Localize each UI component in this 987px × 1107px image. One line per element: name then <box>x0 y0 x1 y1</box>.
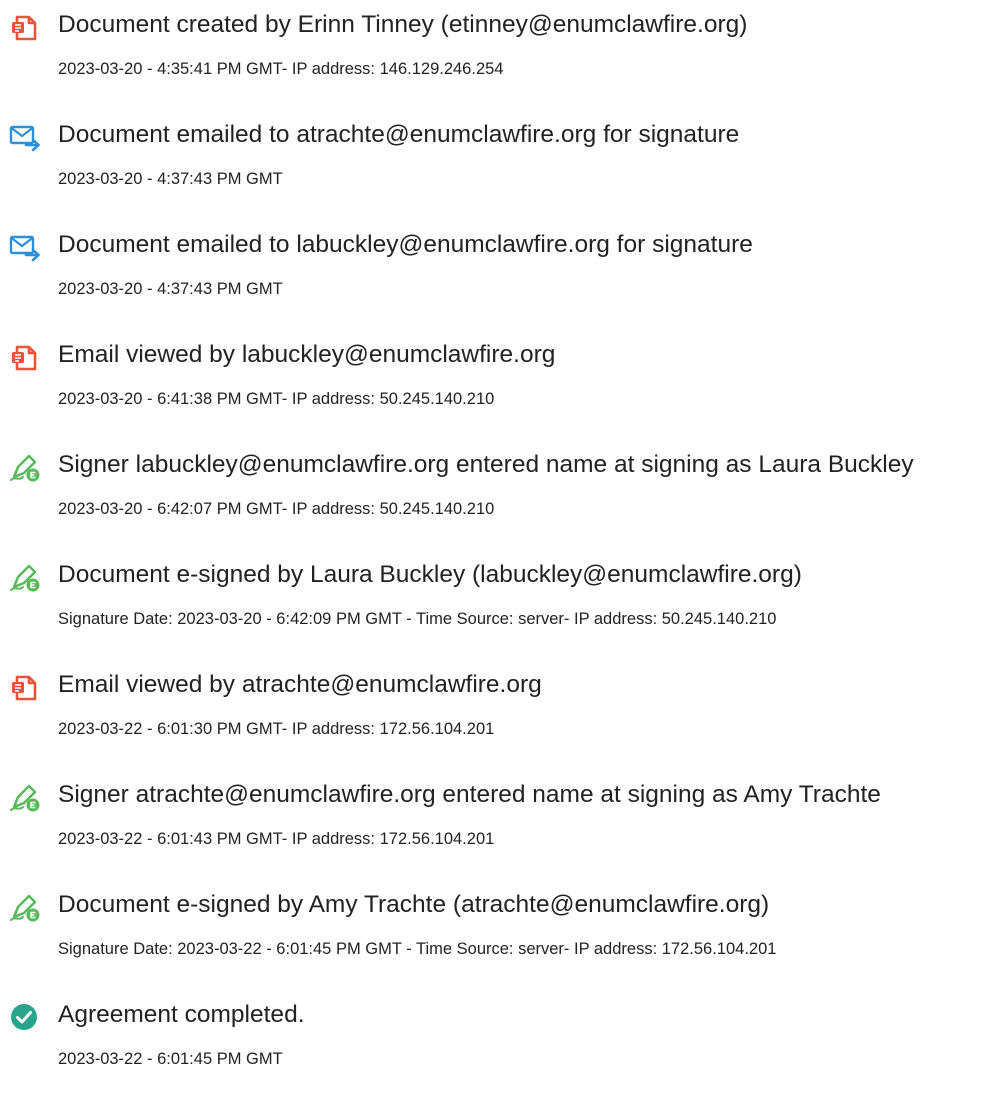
document-icon <box>8 10 42 44</box>
signature-pen-icon <box>8 560 42 594</box>
signature-pen-icon <box>8 780 42 814</box>
event-title: Document emailed to labuckley@enumclawfi… <box>58 231 753 258</box>
audit-event: Document e-signed by Laura Buckley (labu… <box>0 550 987 650</box>
audit-event: Document e-signed by Amy Trachte (atrach… <box>0 880 987 980</box>
event-title: Document emailed to atrachte@enumclawfir… <box>58 121 740 148</box>
email-sent-icon <box>8 120 42 154</box>
event-detail: 2023-03-20 - 6:42:07 PM GMT- IP address:… <box>58 500 495 518</box>
event-detail: 2023-03-20 - 4:37:43 PM GMT <box>58 170 283 188</box>
checkmark-circle-icon <box>8 1000 42 1034</box>
audit-event: Signer labuckley@enumclawfire.org entere… <box>0 440 987 540</box>
event-detail: Signature Date: 2023-03-22 - 6:01:45 PM … <box>58 940 777 958</box>
signature-pen-icon <box>8 450 42 484</box>
event-detail: 2023-03-22 - 6:01:30 PM GMT- IP address:… <box>58 720 495 738</box>
event-title: Email viewed by atrachte@enumclawfire.or… <box>58 671 542 698</box>
event-detail: 2023-03-20 - 4:35:41 PM GMT- IP address:… <box>58 60 504 78</box>
document-icon <box>8 340 42 374</box>
event-detail: Signature Date: 2023-03-20 - 6:42:09 PM … <box>58 610 777 628</box>
document-icon <box>8 670 42 704</box>
audit-event: Signer atrachte@enumclawfire.org entered… <box>0 770 987 870</box>
audit-event: Document emailed to labuckley@enumclawfi… <box>0 220 987 320</box>
event-detail: 2023-03-20 - 4:37:43 PM GMT <box>58 280 283 298</box>
event-title: Document created by Erinn Tinney (etinne… <box>58 11 748 38</box>
email-sent-icon <box>8 230 42 264</box>
event-title: Signer labuckley@enumclawfire.org entere… <box>58 451 914 478</box>
event-detail: 2023-03-20 - 6:41:38 PM GMT- IP address:… <box>58 390 495 408</box>
audit-event: Email viewed by atrachte@enumclawfire.or… <box>0 660 987 760</box>
event-title: Agreement completed. <box>58 1001 305 1028</box>
event-title: Document e-signed by Amy Trachte (atrach… <box>58 891 770 918</box>
event-detail: 2023-03-22 - 6:01:45 PM GMT <box>58 1050 283 1068</box>
signature-pen-icon <box>8 890 42 924</box>
event-detail: 2023-03-22 - 6:01:43 PM GMT- IP address:… <box>58 830 495 848</box>
event-title: Document e-signed by Laura Buckley (labu… <box>58 561 802 588</box>
audit-event: Document emailed to atrachte@enumclawfir… <box>0 110 987 210</box>
event-title: Signer atrachte@enumclawfire.org entered… <box>58 781 881 808</box>
audit-event: Document created by Erinn Tinney (etinne… <box>0 0 987 100</box>
audit-event: Agreement completed. 2023-03-22 - 6:01:4… <box>0 990 987 1090</box>
audit-event: Email viewed by labuckley@enumclawfire.o… <box>0 330 987 430</box>
event-title: Email viewed by labuckley@enumclawfire.o… <box>58 341 556 368</box>
